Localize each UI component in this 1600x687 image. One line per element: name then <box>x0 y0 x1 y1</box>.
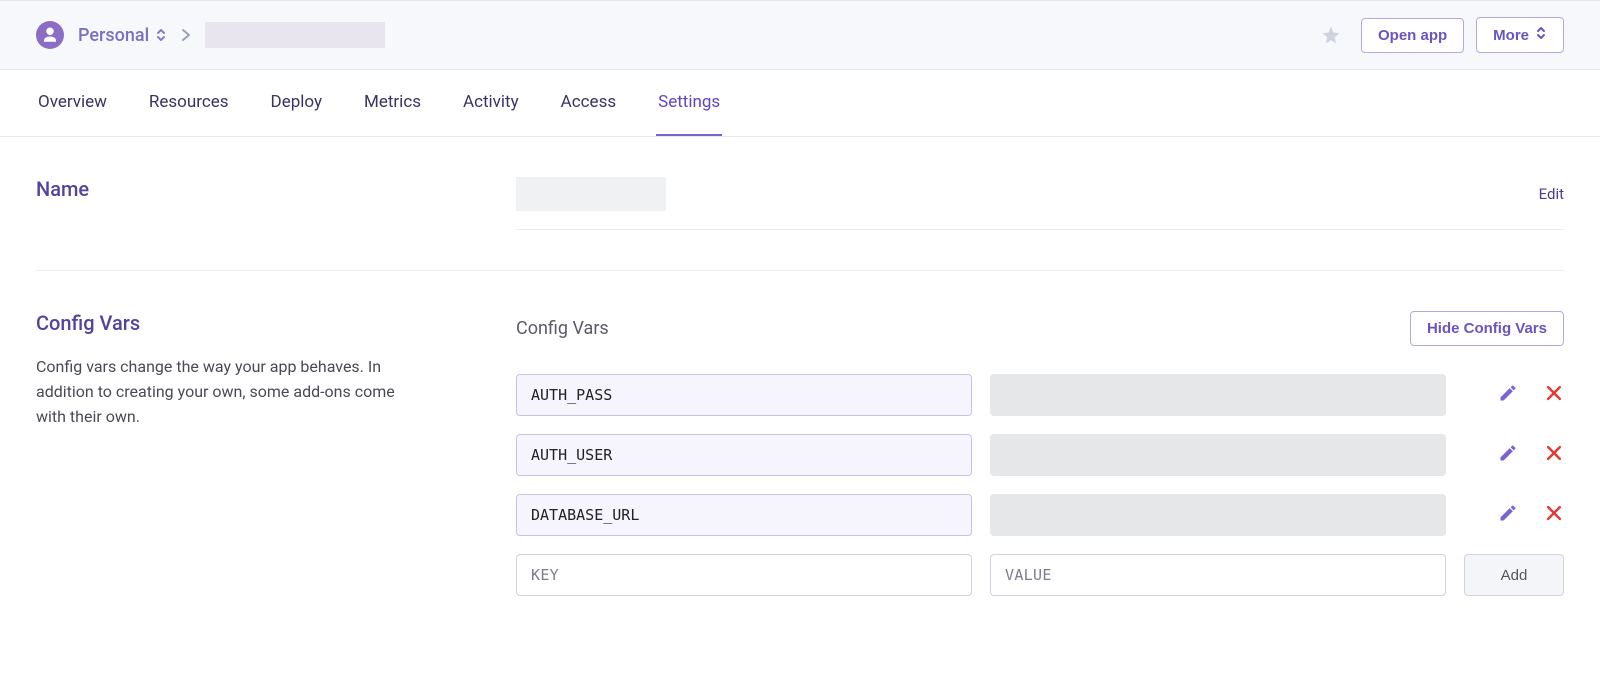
tab-label: Activity <box>463 92 519 112</box>
chevron-right-icon <box>181 28 191 42</box>
section-title-config-vars: Config Vars <box>36 311 476 335</box>
hide-config-vars-button[interactable]: Hide Config Vars <box>1410 311 1564 346</box>
section-name: Name Edit <box>36 137 1564 270</box>
breadcrumb: Personal <box>36 21 385 49</box>
app-tabs: Overview Resources Deploy Metrics Activi… <box>0 70 1600 137</box>
tab-overview[interactable]: Overview <box>36 70 109 136</box>
add-config-var-button[interactable]: Add <box>1464 554 1564 596</box>
pencil-icon[interactable] <box>1498 383 1518 407</box>
tab-label: Deploy <box>271 92 322 112</box>
open-app-label: Open app <box>1378 27 1447 44</box>
close-icon[interactable] <box>1544 383 1564 407</box>
config-var-value-masked <box>990 494 1446 536</box>
config-var-key-input[interactable] <box>516 374 972 416</box>
pencil-icon[interactable] <box>1498 443 1518 467</box>
tab-label: Overview <box>38 92 107 112</box>
config-var-new-key-input[interactable] <box>516 554 972 596</box>
config-var-new-row: Add <box>516 554 1564 596</box>
section-desc-config-vars: Config vars change the way your app beha… <box>36 355 396 429</box>
config-var-new-value-input[interactable] <box>990 554 1446 596</box>
tab-label: Metrics <box>364 92 421 112</box>
tab-label: Settings <box>658 92 720 112</box>
config-var-value-masked <box>990 374 1446 416</box>
pencil-icon[interactable] <box>1498 503 1518 527</box>
section-config-vars: Config Vars Config vars change the way y… <box>36 270 1564 636</box>
tab-label: Access <box>561 92 616 112</box>
breadcrumb-app-name[interactable] <box>205 22 385 48</box>
tab-resources[interactable]: Resources <box>147 70 231 136</box>
favorite-star-icon[interactable] <box>1321 25 1341 45</box>
tab-label: Resources <box>149 92 229 112</box>
close-icon[interactable] <box>1544 503 1564 527</box>
breadcrumb-team-label: Personal <box>78 25 149 46</box>
hide-config-vars-label: Hide Config Vars <box>1427 320 1547 337</box>
breadcrumb-team[interactable]: Personal <box>78 25 167 46</box>
app-name-row: Edit <box>516 177 1564 230</box>
more-button[interactable]: More <box>1476 17 1564 53</box>
config-var-row <box>516 434 1564 476</box>
config-vars-panel-title: Config Vars <box>516 318 1410 339</box>
tab-metrics[interactable]: Metrics <box>362 70 423 136</box>
more-label: More <box>1493 27 1529 44</box>
tab-deploy[interactable]: Deploy <box>269 70 324 136</box>
config-var-row <box>516 374 1564 416</box>
close-icon[interactable] <box>1544 443 1564 467</box>
config-var-key-input[interactable] <box>516 434 972 476</box>
config-var-row <box>516 494 1564 536</box>
tab-settings[interactable]: Settings <box>656 70 722 136</box>
config-var-value-masked <box>990 434 1446 476</box>
updown-icon <box>1535 26 1547 44</box>
section-title-name: Name <box>36 177 476 201</box>
app-name-value <box>516 177 666 211</box>
add-label: Add <box>1501 567 1528 584</box>
config-var-key-input[interactable] <box>516 494 972 536</box>
tab-activity[interactable]: Activity <box>461 70 521 136</box>
updown-icon <box>155 28 167 42</box>
avatar[interactable] <box>36 21 64 49</box>
tab-access[interactable]: Access <box>559 70 618 136</box>
open-app-button[interactable]: Open app <box>1361 18 1464 53</box>
breadcrumb-bar: Personal Open app More <box>0 0 1600 70</box>
edit-name-button[interactable]: Edit <box>1539 185 1564 203</box>
